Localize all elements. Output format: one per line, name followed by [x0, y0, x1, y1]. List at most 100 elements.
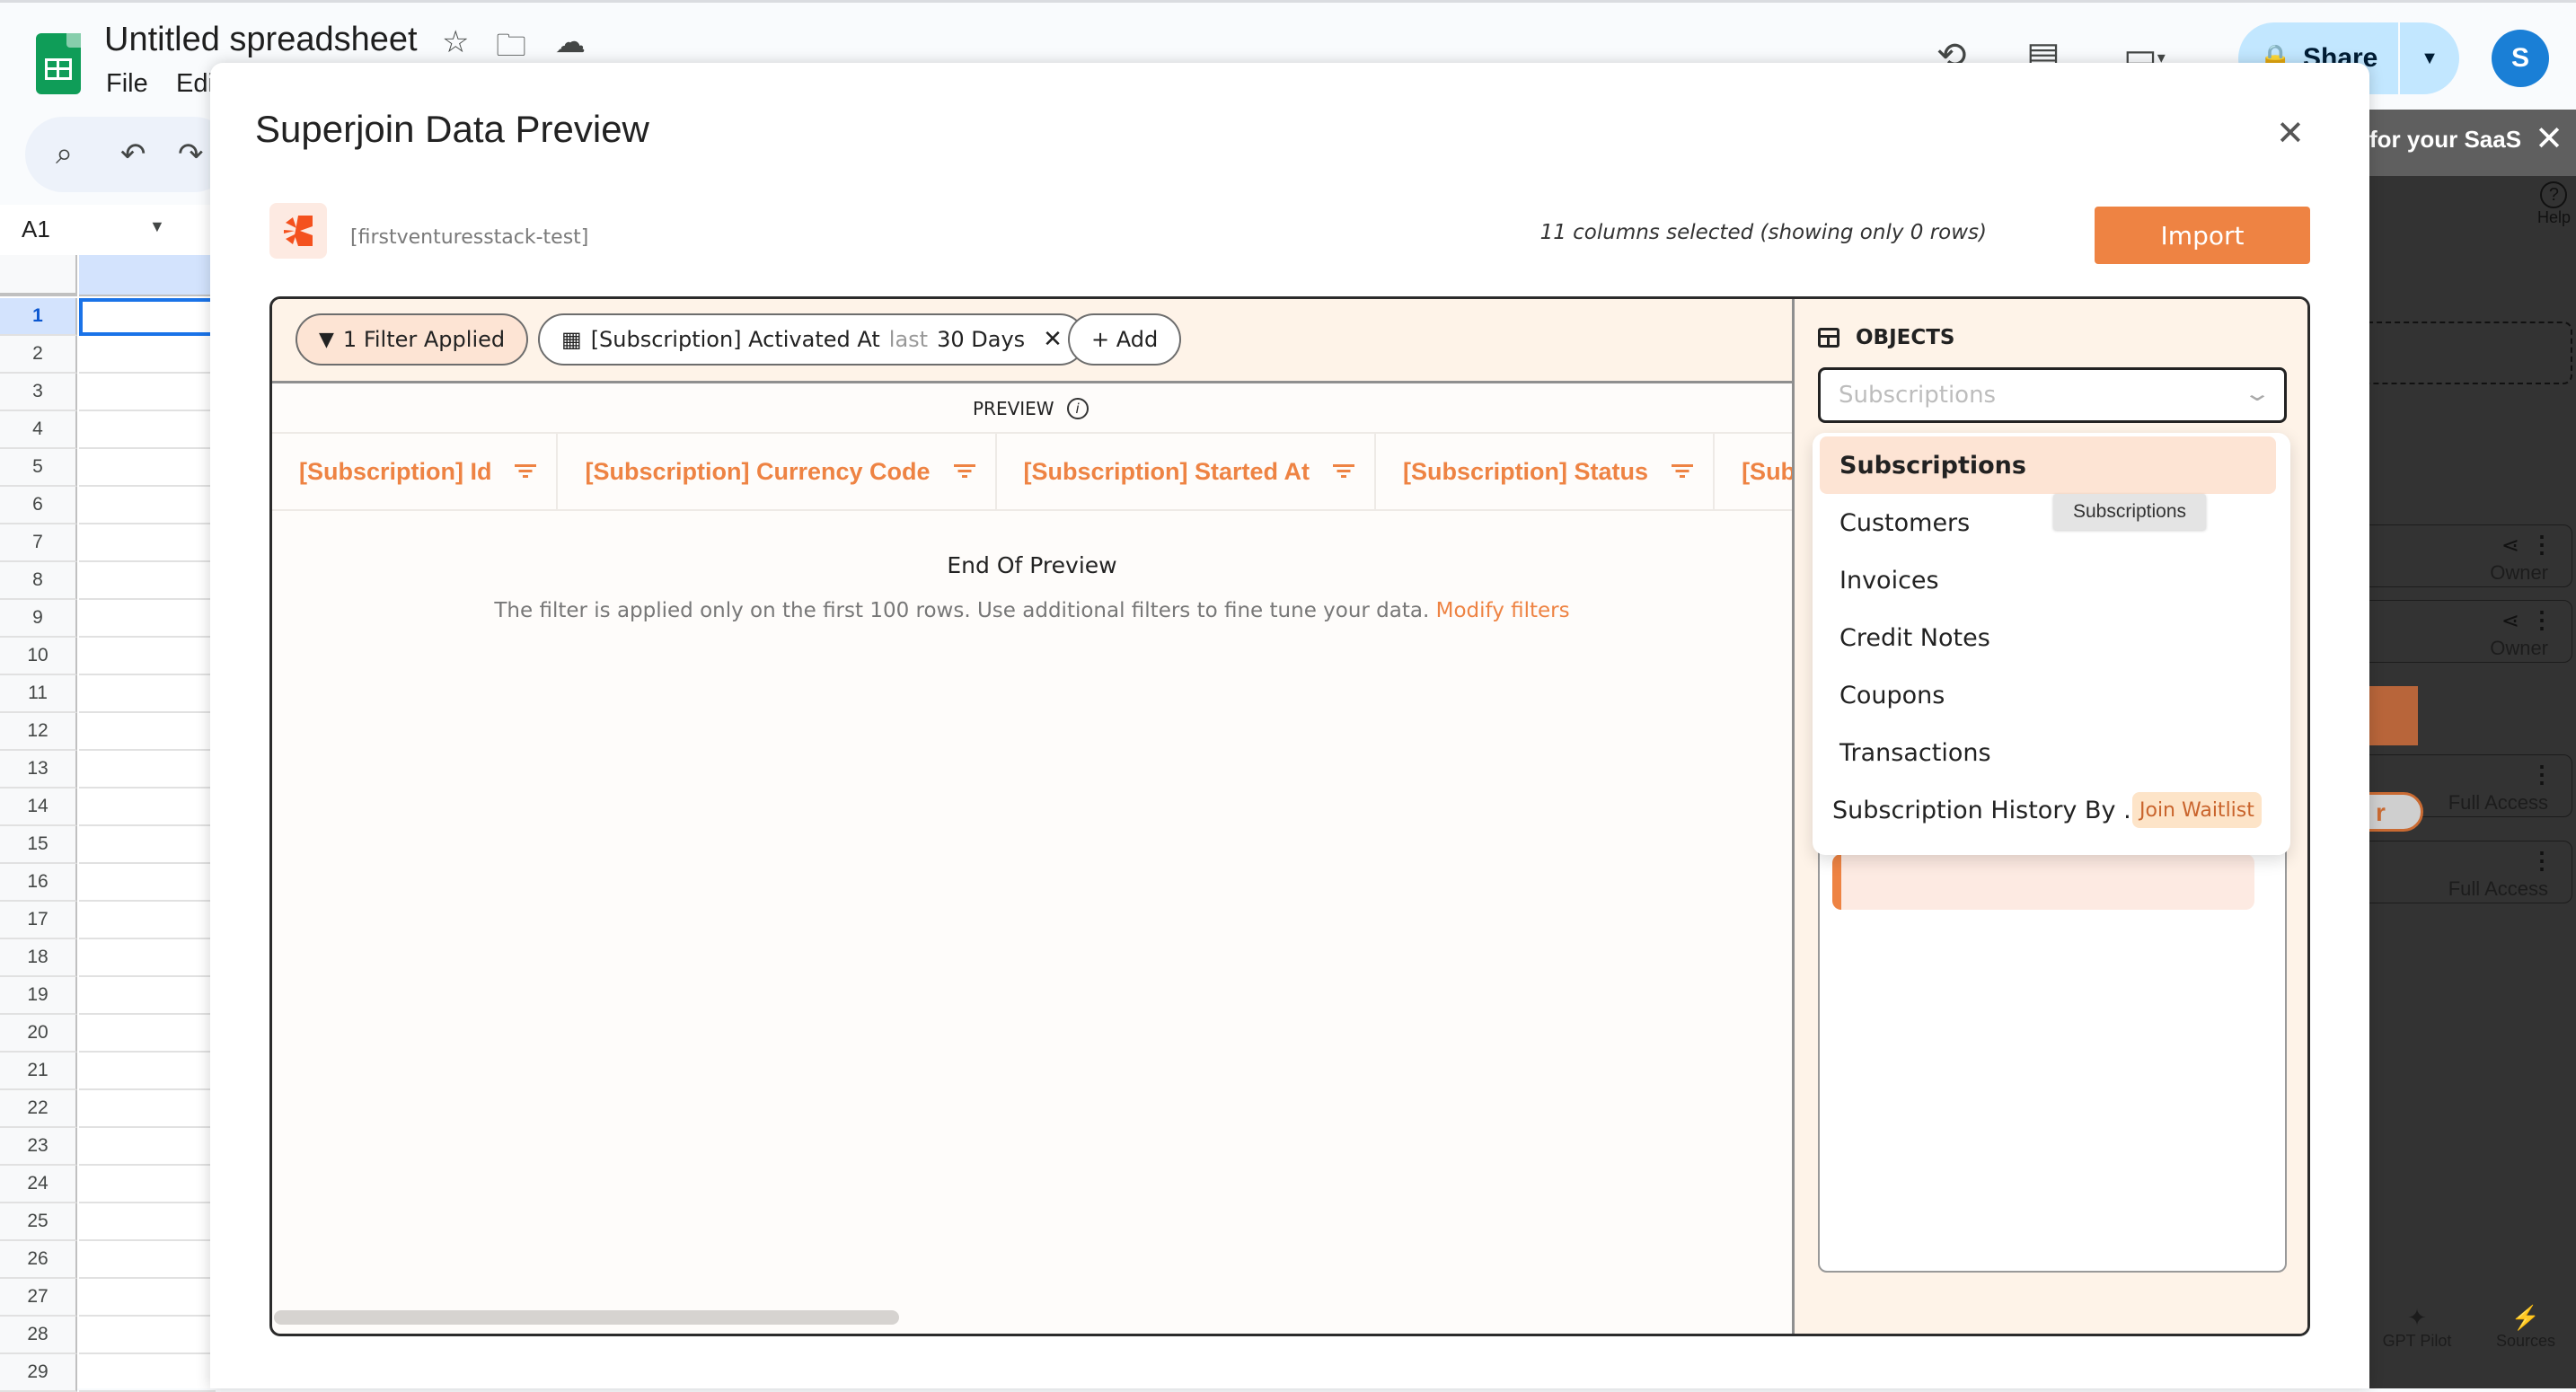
row-header[interactable]: 8	[0, 562, 77, 600]
cell[interactable]	[79, 638, 216, 675]
sidebar-close-icon[interactable]: ✕	[2535, 119, 2563, 159]
cell[interactable]	[79, 1279, 216, 1317]
cell[interactable]	[79, 1203, 216, 1241]
more-options-icon[interactable]: ⋮	[2530, 606, 2554, 634]
row-header[interactable]: 9	[0, 600, 77, 638]
row-header[interactable]: 20	[0, 1015, 77, 1053]
close-icon[interactable]: ✕	[2276, 113, 2305, 153]
selected-field[interactable]	[1832, 854, 2254, 910]
connection-card[interactable]: ⋖ ⋮ Owner	[2350, 600, 2572, 663]
cell[interactable]	[79, 1354, 216, 1392]
more-options-icon[interactable]: ⋮	[2530, 847, 2554, 875]
undo-icon[interactable]: ↶	[120, 137, 146, 172]
cell[interactable]	[79, 789, 216, 826]
column-header-a[interactable]	[79, 255, 216, 296]
select-all-corner[interactable]	[0, 255, 77, 296]
share-icon[interactable]: ⋖	[2501, 533, 2519, 559]
cell[interactable]	[79, 675, 216, 713]
row-header[interactable]: 25	[0, 1203, 77, 1241]
row-header[interactable]: 15	[0, 826, 77, 864]
more-options-icon[interactable]: ⋮	[2530, 761, 2554, 789]
column-header[interactable]: [Subscription] Status	[1376, 434, 1716, 509]
import-button[interactable]: Import	[2095, 207, 2310, 264]
cell[interactable]	[79, 1317, 216, 1354]
row-header[interactable]: 10	[0, 638, 77, 675]
column-header[interactable]: [Subscription] Id	[272, 434, 559, 509]
column-filter-icon[interactable]	[1672, 464, 1694, 479]
column-filter-icon[interactable]	[953, 464, 975, 479]
filter-chip[interactable]: ▦ [Subscription] Activated At last 30 Da…	[538, 313, 1086, 366]
column-filter-icon[interactable]	[515, 464, 537, 479]
share-icon[interactable]: ⋖	[2501, 608, 2519, 634]
filters-applied-button[interactable]: ▼ 1 Filter Applied	[296, 313, 529, 366]
object-option[interactable]: Credit Notes	[1820, 609, 2276, 666]
cell[interactable]	[79, 939, 216, 977]
menu-edit[interactable]: Edi	[176, 69, 214, 99]
cell[interactable]	[79, 449, 216, 487]
cell[interactable]	[79, 1241, 216, 1279]
cell[interactable]	[79, 1166, 216, 1203]
row-header[interactable]: 3	[0, 374, 77, 411]
menu-file[interactable]: File	[106, 69, 148, 99]
more-options-icon[interactable]: ⋮	[2530, 531, 2554, 559]
row-header[interactable]: 11	[0, 675, 77, 713]
cell[interactable]	[79, 562, 216, 600]
row-header[interactable]: 24	[0, 1166, 77, 1203]
cell[interactable]	[79, 713, 216, 751]
row-header[interactable]: 19	[0, 977, 77, 1015]
join-waitlist-badge[interactable]: Join Waitlist	[2132, 792, 2262, 828]
sheets-logo-icon[interactable]	[36, 33, 81, 94]
help-button[interactable]: ? Help	[2537, 181, 2571, 227]
cell[interactable]	[79, 1053, 216, 1090]
row-header[interactable]: 28	[0, 1317, 77, 1354]
object-option[interactable]: Invoices	[1820, 551, 2276, 609]
object-option[interactable]: Coupons	[1820, 666, 2276, 724]
row-header[interactable]: 7	[0, 524, 77, 562]
cell[interactable]	[79, 1128, 216, 1166]
row-header[interactable]: 1	[0, 298, 77, 336]
row-header[interactable]: 17	[0, 902, 77, 939]
column-header[interactable]: [Subscription] Mrr	[1715, 434, 1792, 509]
redo-icon[interactable]: ↷	[178, 137, 204, 172]
cell[interactable]	[79, 977, 216, 1015]
row-header[interactable]: 14	[0, 789, 77, 826]
search-icon[interactable]: ⌕	[56, 137, 73, 172]
column-header[interactable]: [Subscription] Started At	[997, 434, 1377, 509]
dropzone[interactable]	[2350, 322, 2572, 384]
cell[interactable]	[79, 374, 216, 411]
cell[interactable]	[79, 487, 216, 524]
selected-cell[interactable]	[79, 298, 216, 336]
connection-card[interactable]: ⋮ Full Access	[2350, 841, 2572, 903]
row-header[interactable]: 16	[0, 864, 77, 902]
cell[interactable]	[79, 524, 216, 562]
add-filter-button[interactable]: + Add	[1068, 313, 1182, 366]
row-header[interactable]: 21	[0, 1053, 77, 1090]
share-options-caret-icon[interactable]: ▼	[2400, 48, 2459, 69]
star-icon[interactable]: ☆	[442, 24, 469, 60]
name-box-caret-icon[interactable]: ▼	[149, 217, 165, 236]
cell[interactable]	[79, 902, 216, 939]
connection-card[interactable]: ⋖ ⋮ Owner	[2350, 524, 2572, 587]
sources-tab[interactable]: ⚡ Sources	[2483, 1304, 2569, 1351]
row-header[interactable]: 29	[0, 1354, 77, 1392]
cell[interactable]	[79, 826, 216, 864]
document-title[interactable]: Untitled spreadsheet	[104, 21, 418, 59]
cell[interactable]	[79, 600, 216, 638]
cell[interactable]	[79, 864, 216, 902]
row-header[interactable]: 2	[0, 336, 77, 374]
cell[interactable]	[79, 411, 216, 449]
row-header[interactable]: 12	[0, 713, 77, 751]
name-box[interactable]: A1 ▼	[0, 205, 216, 255]
object-option[interactable]: Customers	[1820, 494, 2276, 551]
info-icon[interactable]: i	[1066, 398, 1089, 419]
row-header[interactable]: 22	[0, 1090, 77, 1128]
row-header[interactable]: 5	[0, 449, 77, 487]
account-avatar[interactable]: S	[2492, 30, 2549, 87]
column-header[interactable]: [Subscription] Currency Code	[558, 434, 997, 509]
cell[interactable]	[79, 1090, 216, 1128]
row-header[interactable]: 26	[0, 1241, 77, 1279]
row-header[interactable]: 6	[0, 487, 77, 524]
cell[interactable]	[79, 1015, 216, 1053]
row-header[interactable]: 18	[0, 939, 77, 977]
horizontal-scrollbar[interactable]	[274, 1310, 899, 1325]
